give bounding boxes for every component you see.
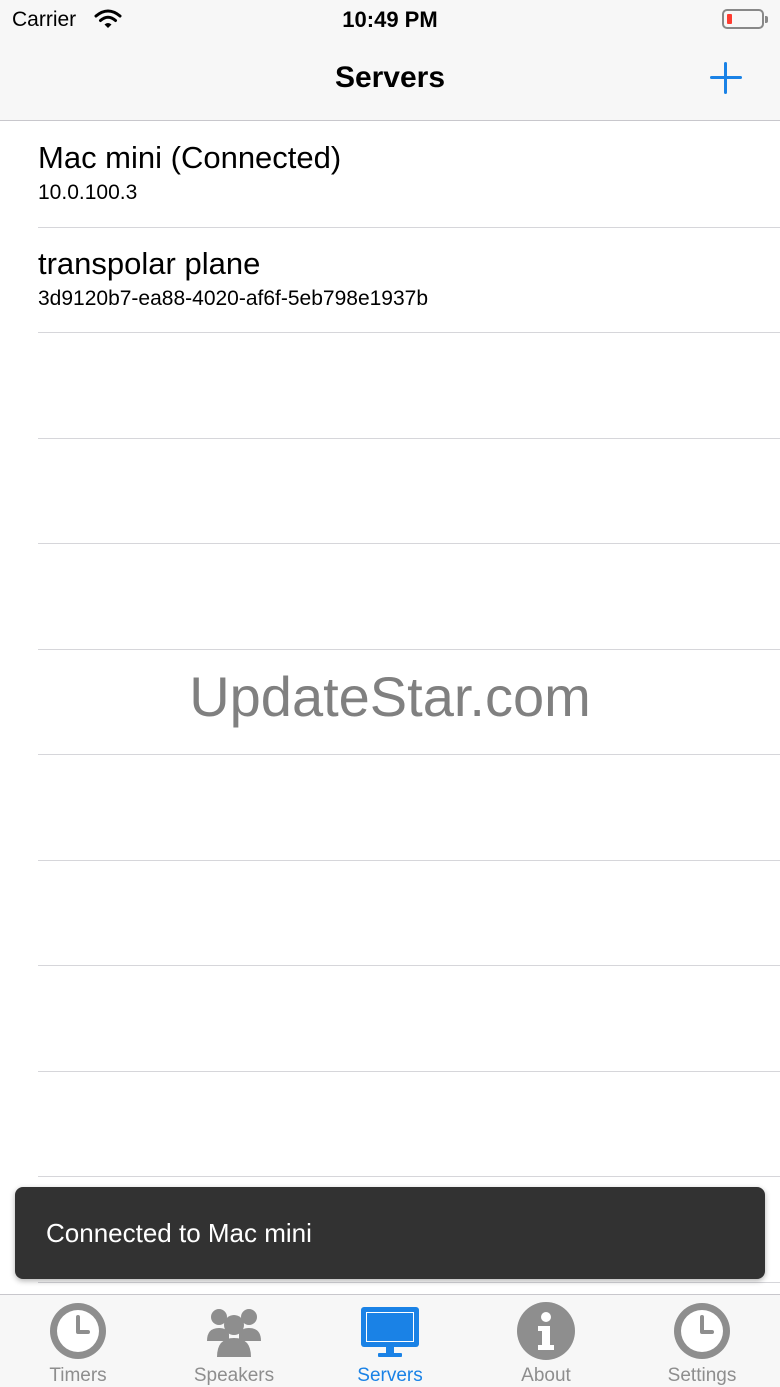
tab-label: Timers: [49, 1365, 107, 1386]
add-server-button[interactable]: [704, 56, 748, 100]
monitor-icon: [361, 1307, 419, 1357]
status-time: 10:49 PM: [342, 7, 438, 32]
tab-label: Servers: [357, 1365, 423, 1386]
tab-label: About: [521, 1365, 571, 1386]
tab-timers[interactable]: Timers: [0, 1295, 156, 1387]
toast-message: Connected to Mac mini: [46, 1218, 312, 1248]
server-name: transpolar plane: [38, 245, 261, 281]
battery-icon: [722, 9, 768, 29]
tab-speakers[interactable]: Speakers: [156, 1295, 312, 1387]
empty-row: [0, 333, 780, 439]
server-name: Mac mini (Connected): [38, 140, 342, 175]
server-address: 10.0.100.3: [38, 181, 138, 204]
tab-servers[interactable]: Servers: [312, 1295, 468, 1387]
empty-row: [0, 861, 780, 966]
empty-row: [0, 755, 780, 861]
tab-about[interactable]: About: [468, 1295, 624, 1387]
server-row-transpolar-plane[interactable]: transpolar plane 3d9120b7-ea88-4020-af6f…: [0, 228, 780, 333]
clock-icon: [674, 1303, 730, 1359]
tab-settings[interactable]: Settings: [624, 1295, 780, 1387]
server-address: 3d9120b7-ea88-4020-af6f-5eb798e1937b: [38, 286, 429, 310]
tab-bar: Timers Speakers Servers About Settings: [0, 1294, 780, 1387]
watermark: UpdateStar.com: [189, 665, 591, 728]
empty-row: [0, 1072, 780, 1177]
page-title: Servers: [334, 61, 446, 94]
tab-label: Speakers: [193, 1365, 275, 1386]
navigation-bar: Servers: [0, 40, 780, 121]
status-bar: Carrier 10:49 PM: [0, 0, 780, 40]
empty-row: [0, 966, 780, 1072]
empty-row: [0, 439, 780, 544]
clock-icon: [50, 1303, 106, 1359]
connection-toast: Connected to Mac mini: [15, 1187, 765, 1279]
server-row-mac-mini[interactable]: Mac mini (Connected) 10.0.100.3: [0, 122, 780, 228]
info-icon: [517, 1302, 575, 1360]
people-icon: [207, 1309, 261, 1357]
tab-label: Settings: [667, 1365, 737, 1386]
empty-row: [0, 544, 780, 650]
row-separator: [38, 1281, 780, 1283]
